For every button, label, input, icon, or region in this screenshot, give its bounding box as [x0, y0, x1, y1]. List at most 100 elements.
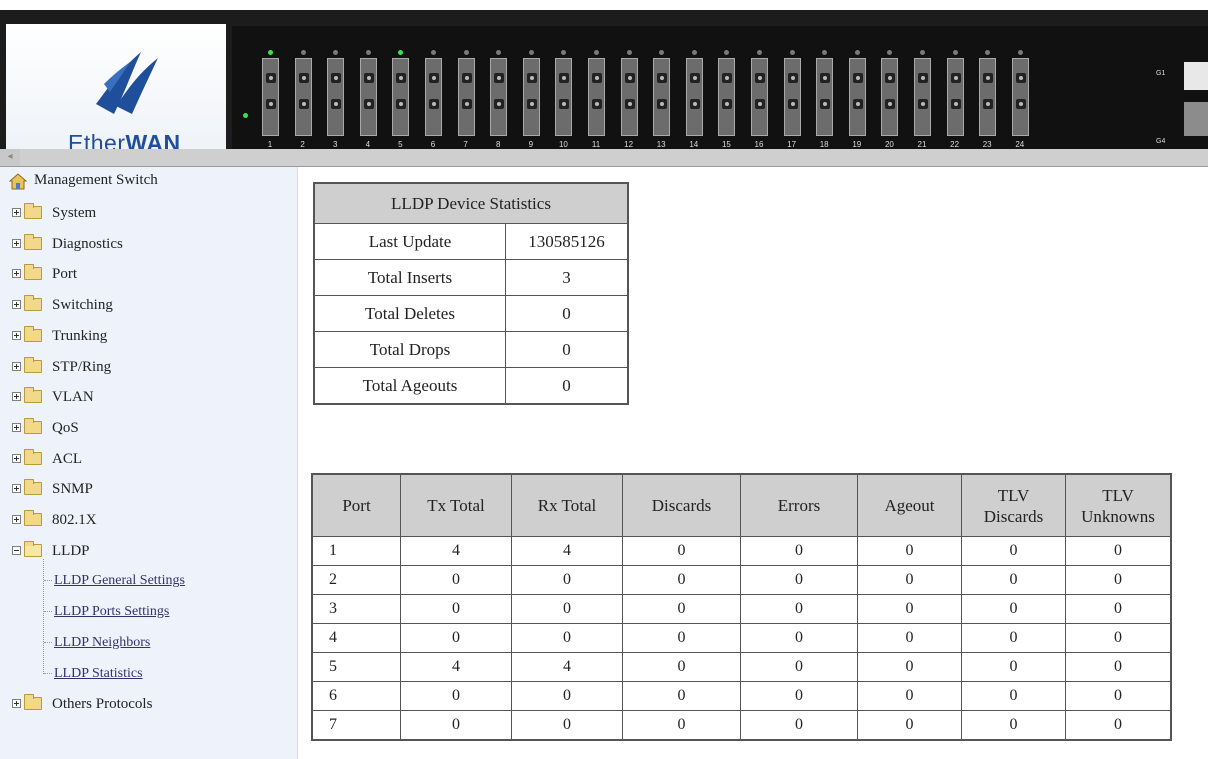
sidebar-item-802-1x[interactable]: 802.1X	[0, 504, 297, 534]
horizontal-scrollbar[interactable]: ◂	[0, 149, 1208, 167]
port-number-label: 19	[852, 140, 862, 149]
sidebar-item-label: STP/Ring	[52, 358, 112, 375]
stat-cell: 0	[857, 565, 962, 595]
stat-cell: 0	[857, 652, 962, 682]
col-tlv-discards: TLV Discards	[961, 473, 1066, 537]
tree-connector	[44, 641, 52, 643]
sidebar-item-others-protocols[interactable]: Others Protocols	[0, 688, 297, 718]
stat-cell: 0	[400, 623, 512, 653]
stat-cell: 0	[961, 536, 1066, 566]
sidebar-link[interactable]: LLDP General Settings	[54, 573, 185, 589]
folder-icon	[24, 694, 42, 711]
expand-icon[interactable]	[12, 300, 21, 310]
summary-value: 0	[505, 331, 629, 368]
port-number-label: 13	[656, 140, 666, 149]
scrollbar-track[interactable]	[20, 149, 1208, 166]
summary-label: Total Inserts	[313, 259, 506, 296]
sidebar-link[interactable]: LLDP Statistics	[54, 666, 143, 682]
expand-icon[interactable]	[12, 453, 21, 463]
sidebar-item-label: System	[52, 205, 97, 221]
sidebar-item-switching[interactable]: Switching	[0, 289, 297, 319]
col-port: Port	[311, 473, 401, 537]
sidebar-item-vlan[interactable]: VLAN	[0, 381, 297, 411]
table-row: 60000000	[311, 681, 1172, 711]
expand-icon[interactable]	[12, 484, 21, 494]
port-number-label: 24	[1015, 140, 1025, 149]
sidebar-subitem-lldp-neighbors[interactable]: LLDP Neighbors	[0, 627, 297, 657]
scroll-left-arrow-icon[interactable]: ◂	[4, 150, 16, 164]
table-row: Total Ageouts 0	[313, 367, 629, 405]
stat-cell: 4	[400, 652, 512, 682]
folder-icon	[24, 295, 42, 312]
port-number-label: 15	[721, 140, 731, 149]
folder-icon	[24, 325, 42, 342]
ethernet-port-icon	[881, 58, 899, 136]
stat-cell: 0	[961, 652, 1066, 682]
port-led-icon	[1017, 50, 1023, 55]
expand-icon[interactable]	[12, 238, 21, 248]
port-led-icon	[528, 50, 534, 55]
sidebar-link[interactable]: LLDP Ports Settings	[54, 604, 169, 620]
tree-root[interactable]: Management Switch	[0, 167, 297, 197]
port-number-label: 7	[463, 140, 468, 149]
port-number-label: 11	[591, 140, 601, 149]
expand-icon[interactable]	[12, 361, 21, 371]
port-cell: 4	[311, 623, 401, 653]
sidebar-item-lldp[interactable]: LLDP	[0, 535, 297, 565]
sidebar-item-stp-ring[interactable]: STP/Ring	[0, 351, 297, 381]
sidebar-item-snmp[interactable]: SNMP	[0, 473, 297, 503]
port-led-icon	[854, 50, 860, 55]
sidebar-link[interactable]: LLDP Neighbors	[54, 635, 150, 651]
port-number-label: 9	[528, 140, 534, 149]
sidebar-item-system[interactable]: System	[0, 197, 297, 227]
ethernet-port-icon	[555, 58, 573, 136]
port-led-icon	[789, 50, 795, 55]
expand-icon[interactable]	[12, 422, 21, 432]
stat-cell: 0	[740, 681, 858, 711]
stat-cell: 0	[400, 594, 512, 624]
summary-title: LLDP Device Statistics	[313, 182, 629, 224]
sidebar-subitem-lldp-ports-settings[interactable]: LLDP Ports Settings	[0, 596, 297, 626]
port-number-label: 22	[950, 140, 960, 149]
sidebar-item-trunking[interactable]: Trunking	[0, 320, 297, 350]
sidebar-item-label: Others Protocols	[52, 696, 153, 713]
ethernet-port-icon	[653, 58, 671, 136]
expand-icon[interactable]	[12, 269, 21, 279]
expand-icon[interactable]	[12, 515, 21, 524]
stat-cell: 0	[961, 594, 1066, 624]
table-row: 54400000	[311, 652, 1172, 682]
ethernet-port-icon	[588, 58, 605, 136]
ethernet-port-icon	[359, 58, 377, 136]
lldp-port-statistics-table: Port Tx Total Rx Total Discards Errors A…	[311, 473, 1172, 741]
port-cell: 2	[311, 565, 401, 595]
stat-cell: 0	[622, 710, 741, 741]
port-led-icon	[431, 50, 436, 55]
ethernet-port-icon	[327, 58, 345, 136]
ethernet-port-icon	[425, 58, 442, 136]
expand-icon[interactable]	[12, 330, 21, 340]
summary-value: 0	[505, 367, 629, 405]
sidebar-item-acl[interactable]: ACL	[0, 443, 297, 473]
ports-table-body: 1440000020000000300000004000000054400000…	[311, 536, 1172, 741]
col-rx-total: Rx Total	[511, 473, 623, 537]
ethernet-port-icon	[783, 58, 801, 136]
sidebar-item-qos[interactable]: QoS	[0, 412, 297, 442]
folder-icon	[24, 356, 42, 373]
sidebar-subitem-lldp-general-settings[interactable]: LLDP General Settings	[0, 565, 297, 595]
stat-cell: 4	[511, 536, 623, 566]
port-number-label: 12	[624, 140, 634, 149]
sidebar-item-port[interactable]: Port	[0, 258, 297, 288]
sidebar-item-label: 802.1X	[52, 512, 97, 528]
sidebar-item-diagnostics[interactable]: Diagnostics	[0, 228, 297, 258]
collapse-icon[interactable]	[12, 545, 21, 555]
sidebar-subitem-lldp-statistics[interactable]: LLDP Statistics	[0, 658, 297, 688]
stat-cell: 0	[511, 623, 623, 653]
port-led-icon	[463, 50, 469, 55]
stat-cell: 4	[400, 536, 512, 566]
expand-icon[interactable]	[12, 208, 21, 217]
sidebar-item-label: VLAN	[52, 389, 94, 406]
expand-icon[interactable]	[12, 392, 21, 402]
stat-cell: 0	[622, 681, 741, 711]
port-number-label: 21	[917, 140, 927, 149]
expand-icon[interactable]	[12, 699, 21, 709]
